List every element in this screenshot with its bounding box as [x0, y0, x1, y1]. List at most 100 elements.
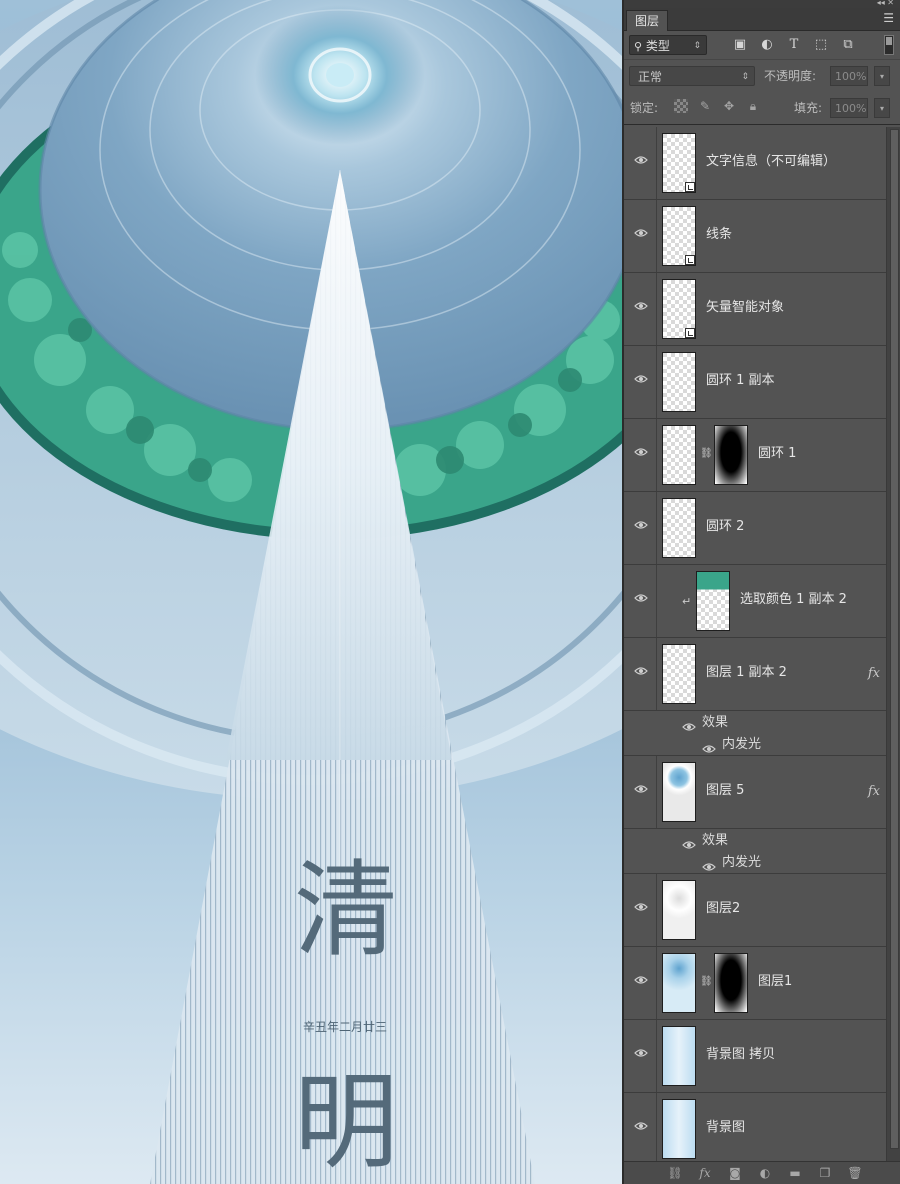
lock-transparency-icon[interactable]: [674, 99, 688, 113]
mask-link-icon[interactable]: ⛓: [700, 447, 713, 461]
eye-icon[interactable]: [634, 593, 648, 607]
layer-name[interactable]: 图层2: [706, 900, 740, 918]
layer-effects-fx-icon[interactable]: fx: [868, 784, 880, 799]
layer-row[interactable]: 图层 1 副本 2 fx: [624, 638, 886, 711]
layer-row[interactable]: 圆环 2: [624, 492, 886, 565]
eye-icon[interactable]: [634, 228, 648, 242]
opacity-dropdown-button[interactable]: ▾: [874, 66, 890, 86]
image-filter-icon[interactable]: ▣: [732, 37, 748, 53]
eye-icon[interactable]: [634, 975, 648, 989]
brush-lock-icon[interactable]: ✎: [698, 99, 712, 113]
layer-row[interactable]: ↵ 选取颜色 1 副本 2: [624, 565, 886, 638]
new-group-icon[interactable]: ▬: [786, 1164, 804, 1182]
layer-thumbnail[interactable]: [662, 762, 696, 822]
layer-thumbnail[interactable]: [662, 279, 696, 339]
filter-toggle-switch[interactable]: [884, 35, 894, 55]
layer-thumbnail[interactable]: [662, 1026, 696, 1086]
eye-icon[interactable]: [702, 739, 716, 753]
eye-icon[interactable]: [682, 717, 696, 731]
opacity-label: 不透明度:: [764, 69, 817, 83]
column-divider: [656, 874, 657, 946]
layer-thumbnail[interactable]: [662, 880, 696, 940]
layer-effects-fx-icon[interactable]: fx: [868, 666, 880, 681]
opacity-input[interactable]: 100%: [830, 66, 868, 86]
lock-row: 锁定: ✎ ✥ 🔒︎ 填充: 100% ▾: [624, 90, 900, 125]
layer-mask-thumbnail[interactable]: [714, 953, 748, 1013]
mask-link-icon[interactable]: ⛓: [700, 975, 713, 989]
layer-thumbnail[interactable]: [662, 425, 696, 485]
layer-name[interactable]: 圆环 1 副本: [706, 372, 775, 390]
eye-icon[interactable]: [634, 374, 648, 388]
scrollbar-thumb[interactable]: [890, 129, 899, 1149]
layer-row[interactable]: ⛓ 图层1: [624, 947, 886, 1020]
collapse-icon[interactable]: ◂◂ ✕: [877, 0, 894, 7]
panel-menu-icon[interactable]: ☰: [883, 11, 894, 25]
layer-row[interactable]: ⛓ 圆环 1: [624, 419, 886, 492]
layer-name[interactable]: 线条: [706, 226, 732, 244]
layer-thumbnail[interactable]: [662, 352, 696, 412]
layer-list: 文字信息（不可编辑） 线条矢量智能对象 圆环 1 副本 ⛓ 圆环 1 圆环 2 ↵ 选取颜色 …: [624, 127, 886, 1162]
layer-row[interactable]: 圆环 1 副本: [624, 346, 886, 419]
new-adjustment-icon[interactable]: ◐: [756, 1164, 774, 1182]
layer-row[interactable]: 图层2: [624, 874, 886, 947]
layer-thumbnail[interactable]: [662, 498, 696, 558]
add-mask-icon[interactable]: ◙: [726, 1164, 744, 1182]
effects-label: 效果: [702, 715, 729, 730]
layer-name[interactable]: 背景图 拷贝: [706, 1046, 775, 1064]
chevron-updown-icon: ⇕: [693, 41, 701, 51]
layer-thumbnail[interactable]: [662, 1099, 696, 1159]
eye-icon[interactable]: [634, 447, 648, 461]
layer-thumbnail[interactable]: [696, 571, 730, 631]
fill-input[interactable]: 100%: [830, 98, 868, 118]
layer-name[interactable]: 矢量智能对象: [706, 299, 784, 317]
layer-name[interactable]: 文字信息（不可编辑）: [706, 153, 836, 171]
layer-row[interactable]: 图层 5 fx: [624, 756, 886, 829]
type-filter-icon[interactable]: T: [786, 37, 802, 53]
layer-list-scrollbar[interactable]: [886, 127, 900, 1162]
eye-icon[interactable]: [634, 784, 648, 798]
tab-layers[interactable]: 图层: [626, 10, 669, 31]
layer-name[interactable]: 图层1: [758, 973, 792, 991]
layer-name[interactable]: 图层 1 副本 2: [706, 664, 787, 682]
layer-name[interactable]: 背景图: [706, 1119, 745, 1137]
document-canvas[interactable]: 清 辛丑年二月廿三 明: [0, 0, 622, 1184]
layer-mask-thumbnail[interactable]: [714, 425, 748, 485]
lock-all-icon[interactable]: 🔒︎: [746, 99, 760, 113]
lock-label: 锁定:: [630, 101, 659, 115]
eye-icon[interactable]: [682, 835, 696, 849]
eye-icon[interactable]: [702, 857, 716, 871]
layer-name[interactable]: 选取颜色 1 副本 2: [740, 591, 847, 609]
shape-filter-icon[interactable]: ⬚: [813, 37, 829, 53]
layer-thumbnail[interactable]: [662, 133, 696, 193]
eye-icon[interactable]: [634, 520, 648, 534]
layer-name[interactable]: 图层 5: [706, 782, 744, 800]
eye-icon[interactable]: [634, 902, 648, 916]
adjustment-filter-icon[interactable]: ◐: [759, 37, 775, 53]
eye-icon[interactable]: [634, 1048, 648, 1062]
layer-thumbnail[interactable]: [662, 644, 696, 704]
blend-mode-select[interactable]: 正常 ⇕: [629, 66, 755, 86]
layer-row[interactable]: 矢量智能对象: [624, 273, 886, 346]
layer-name[interactable]: 圆环 1: [758, 445, 796, 463]
column-divider: [656, 638, 657, 710]
layer-row[interactable]: 文字信息（不可编辑）: [624, 127, 886, 200]
new-layer-icon[interactable]: ❐: [816, 1164, 834, 1182]
layer-name[interactable]: 圆环 2: [706, 518, 744, 536]
layer-row[interactable]: 线条: [624, 200, 886, 273]
layer-thumbnail[interactable]: [662, 953, 696, 1013]
layer-row[interactable]: 背景图 拷贝: [624, 1020, 886, 1093]
eye-icon[interactable]: [634, 1121, 648, 1135]
add-style-icon[interactable]: fx: [696, 1164, 714, 1182]
eye-icon[interactable]: [634, 666, 648, 680]
link-layers-icon[interactable]: ⛓: [666, 1164, 684, 1182]
eye-icon[interactable]: [634, 301, 648, 315]
delete-layer-icon[interactable]: 🗑︎: [846, 1164, 864, 1182]
move-lock-icon[interactable]: ✥: [722, 99, 736, 113]
layer-row[interactable]: 背景图: [624, 1093, 886, 1162]
fill-dropdown-button[interactable]: ▾: [874, 98, 890, 118]
smart-object-filter-icon[interactable]: ⧉: [840, 37, 856, 53]
eye-icon[interactable]: [634, 155, 648, 169]
layer-thumbnail[interactable]: [662, 206, 696, 266]
poster-title-char-1: 清: [293, 849, 398, 971]
layer-filter-select[interactable]: ⚲ 类型 ⇕: [629, 35, 707, 55]
